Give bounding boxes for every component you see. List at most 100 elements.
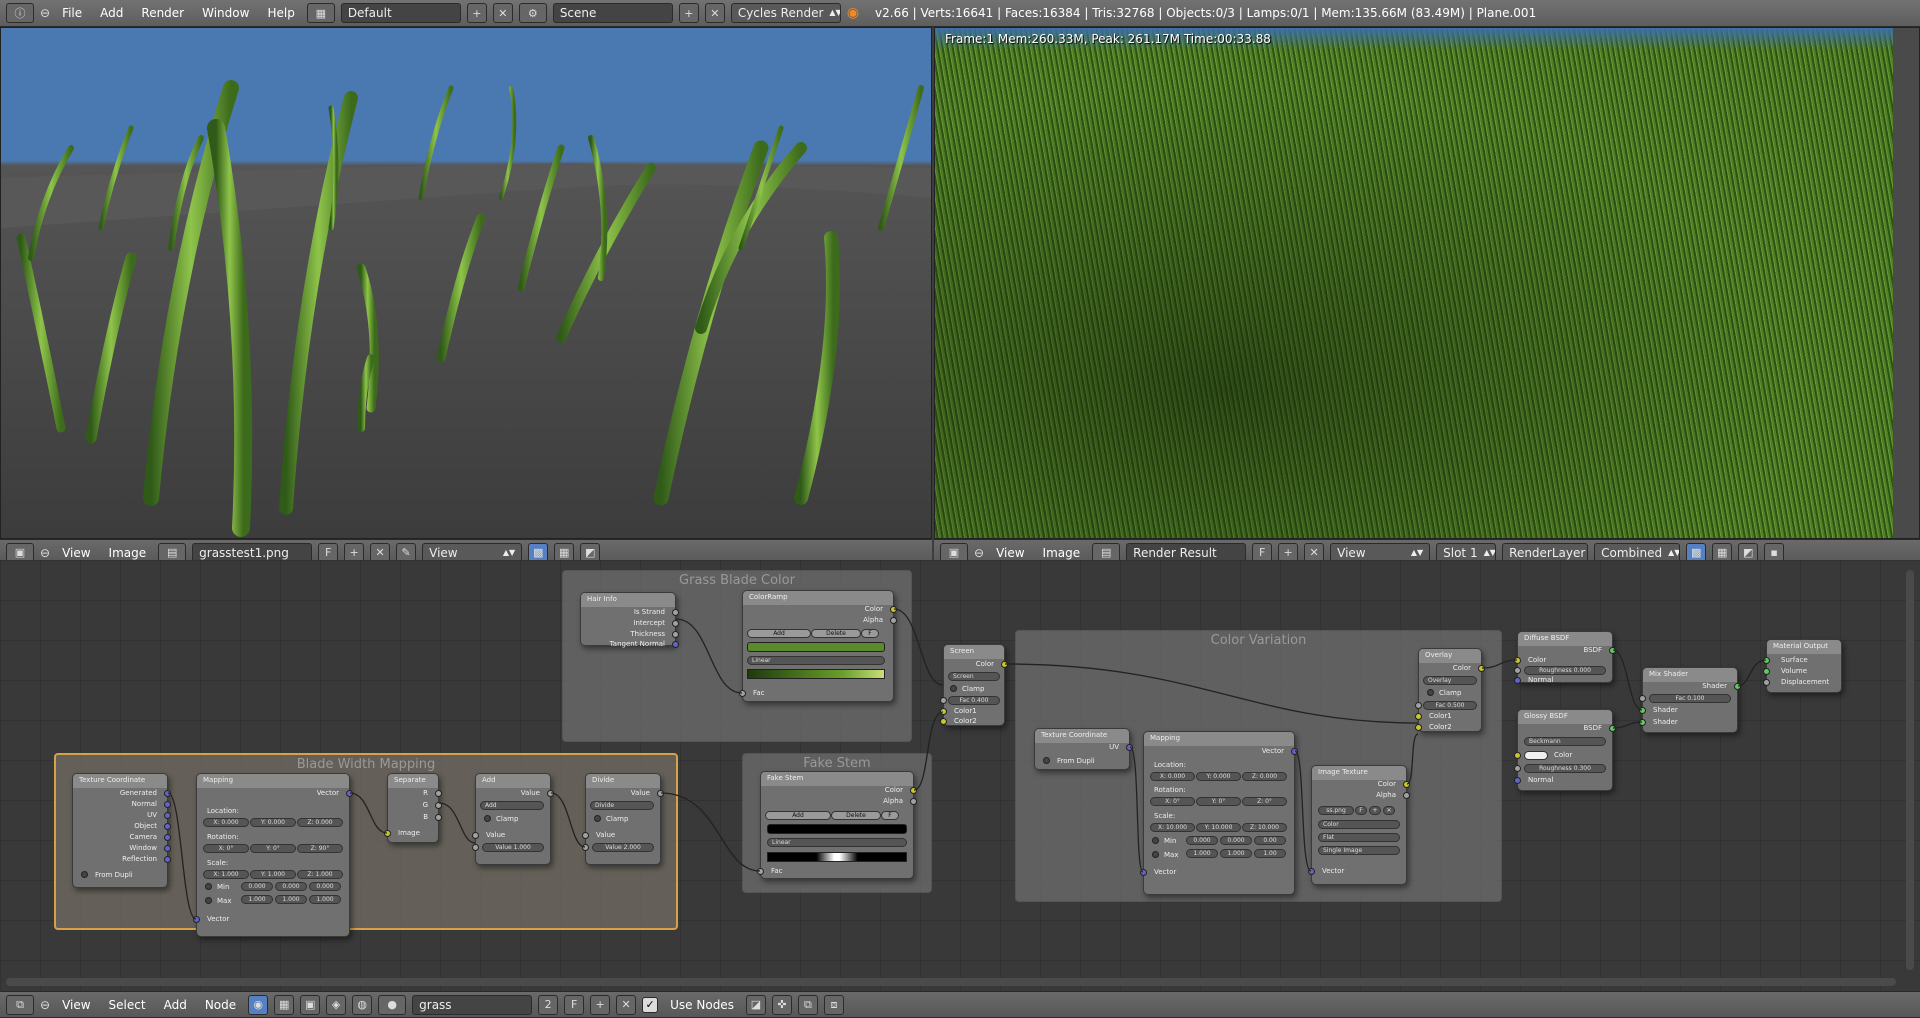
- output-socket[interactable]: [164, 823, 171, 830]
- output-socket[interactable]: [547, 790, 554, 797]
- max-x-field[interactable]: 1.000: [241, 895, 273, 904]
- output-socket[interactable]: [890, 617, 897, 624]
- node-math-divide[interactable]: Divide Value Divide Clamp Value Value 2.…: [582, 773, 664, 865]
- roughness-field[interactable]: Roughness 0.300: [1524, 764, 1606, 773]
- add-layout-button[interactable]: +: [466, 3, 487, 23]
- output-socket[interactable]: [1291, 748, 1298, 755]
- blend-mode-select[interactable]: Screen: [948, 672, 1000, 681]
- input-socket[interactable]: [582, 844, 589, 851]
- scale-y-field[interactable]: Y: 10.000: [1196, 823, 1241, 832]
- menu-view[interactable]: View: [56, 546, 96, 560]
- node-editor[interactable]: Grass Blade Color Blade Width Mapping Fa…: [0, 560, 1920, 992]
- clamp-checkbox[interactable]: [950, 685, 957, 692]
- output-socket[interactable]: [346, 790, 353, 797]
- max-z-field[interactable]: 1.00: [1254, 849, 1286, 858]
- remove-layout-button[interactable]: ✕: [492, 3, 513, 23]
- material-users-count[interactable]: 2: [538, 994, 559, 1015]
- value-field[interactable]: Value 1.000: [482, 843, 544, 852]
- output-socket[interactable]: [164, 845, 171, 852]
- output-socket[interactable]: [1403, 781, 1410, 788]
- input-socket[interactable]: [940, 697, 947, 704]
- input-socket[interactable]: [1514, 677, 1521, 684]
- max-x-field[interactable]: 1.000: [1186, 849, 1218, 858]
- value-field[interactable]: Value 2.000: [592, 843, 654, 852]
- output-socket[interactable]: [1126, 744, 1133, 751]
- right-render-viewer[interactable]: Frame:1 Mem:260.33M, Peak: 261.17M Time:…: [934, 27, 1920, 539]
- from-dupli-checkbox[interactable]: [1043, 757, 1050, 764]
- object-shader-icon[interactable]: ◈: [326, 994, 347, 1015]
- render-engine-select[interactable]: Cycles Render ▲▼: [730, 3, 841, 23]
- output-socket[interactable]: [1609, 725, 1616, 732]
- input-socket[interactable]: [384, 830, 391, 837]
- ramp-gradient[interactable]: [747, 669, 885, 679]
- output-socket[interactable]: [1734, 683, 1741, 690]
- input-socket[interactable]: [472, 844, 479, 851]
- backdrop-icon[interactable]: ◪: [745, 994, 766, 1015]
- menu-select[interactable]: Select: [103, 998, 152, 1012]
- clamp-checkbox[interactable]: [594, 815, 601, 822]
- output-socket[interactable]: [1001, 661, 1008, 668]
- loc-y-field[interactable]: Y: 0.000: [250, 818, 296, 827]
- clamp-checkbox[interactable]: [484, 815, 491, 822]
- texture-nodes-icon[interactable]: ▦: [274, 994, 295, 1015]
- vertical-scrollbar[interactable]: [1906, 570, 1914, 970]
- fac-field[interactable]: Fac 0.400: [948, 696, 1000, 705]
- screen-layout-icon[interactable]: ▦: [306, 3, 335, 23]
- input-socket[interactable]: [472, 832, 479, 839]
- image-fake-user-button[interactable]: F: [1355, 806, 1367, 815]
- node-colorramp[interactable]: ColorRamp Color Alpha Add Delete F Linea…: [739, 590, 897, 702]
- input-socket[interactable]: [1514, 667, 1521, 674]
- output-socket[interactable]: [164, 856, 171, 863]
- clamp-checkbox[interactable]: [1427, 689, 1434, 696]
- scale-x-field[interactable]: X: 1.000: [203, 870, 249, 879]
- use-nodes-checkbox[interactable]: ✓: [642, 996, 659, 1013]
- output-socket[interactable]: [1609, 647, 1616, 654]
- scene-icon[interactable]: ⚙: [518, 3, 547, 23]
- rot-x-field[interactable]: X: 0°: [1150, 797, 1195, 806]
- output-socket[interactable]: [910, 787, 917, 794]
- glossy-color-swatch[interactable]: [1524, 751, 1548, 760]
- input-socket[interactable]: [1763, 657, 1770, 664]
- input-socket[interactable]: [1140, 869, 1147, 876]
- math-operation-select[interactable]: Divide: [590, 801, 654, 810]
- fake-user-button[interactable]: F: [564, 994, 585, 1015]
- node-texture-coordinate[interactable]: Texture Coordinate Generated Normal UV O…: [72, 773, 171, 888]
- node-texture-coordinate-2[interactable]: Texture Coordinate UV From Dupli: [1034, 728, 1133, 770]
- loc-z-field[interactable]: Z: 0.000: [1242, 772, 1287, 781]
- node-mix-shader[interactable]: Mix Shader Shader Fac 0.100 Shader Shade…: [1639, 667, 1741, 733]
- horizontal-scrollbar[interactable]: [6, 978, 1896, 986]
- node-mapping[interactable]: Mapping Vector Location: X: 0.000 Y: 0.0…: [193, 773, 353, 937]
- editor-type-info-icon[interactable]: ⓘ: [6, 3, 34, 23]
- output-socket[interactable]: [435, 814, 442, 821]
- input-socket[interactable]: [1415, 702, 1422, 709]
- input-socket[interactable]: [1514, 657, 1521, 664]
- ramp-flip-button[interactable]: F: [881, 811, 899, 820]
- output-socket[interactable]: [657, 790, 664, 797]
- input-socket[interactable]: [757, 868, 764, 875]
- output-socket[interactable]: [672, 641, 679, 648]
- input-socket[interactable]: [193, 916, 200, 923]
- max-checkbox[interactable]: [205, 897, 212, 904]
- input-socket[interactable]: [940, 708, 947, 715]
- add-scene-button[interactable]: +: [678, 3, 699, 23]
- node-fake-stem-colorramp[interactable]: Fake Stem Color Alpha Add Delete F Linea…: [757, 771, 917, 879]
- copy-nodes-icon[interactable]: ⧉: [797, 994, 818, 1015]
- rot-x-field[interactable]: X: 0°: [203, 844, 249, 853]
- max-y-field[interactable]: 1.000: [275, 895, 307, 904]
- min-x-field[interactable]: 0.000: [241, 882, 273, 891]
- node-diffuse-bsdf[interactable]: Diffuse BSDF BSDF Color Roughness 0.000 …: [1514, 631, 1616, 684]
- output-socket[interactable]: [164, 801, 171, 808]
- collapse-menu-icon[interactable]: ⊖: [974, 546, 984, 560]
- node-mapping-2[interactable]: Mapping Vector Location: X: 0.000 Y: 0.0…: [1140, 731, 1298, 895]
- max-y-field[interactable]: 1.000: [1220, 849, 1252, 858]
- min-y-field[interactable]: 0.000: [1220, 836, 1252, 845]
- paste-nodes-icon[interactable]: ⧈: [823, 994, 844, 1015]
- menu-window[interactable]: Window: [196, 6, 255, 20]
- loc-x-field[interactable]: X: 0.000: [203, 818, 249, 827]
- input-socket[interactable]: [739, 690, 746, 697]
- left-image-viewer[interactable]: [0, 27, 932, 539]
- ramp-active-color[interactable]: [767, 824, 907, 834]
- input-socket[interactable]: [582, 832, 589, 839]
- new-material-button[interactable]: +: [590, 994, 611, 1015]
- rot-y-field[interactable]: Y: 0°: [250, 844, 296, 853]
